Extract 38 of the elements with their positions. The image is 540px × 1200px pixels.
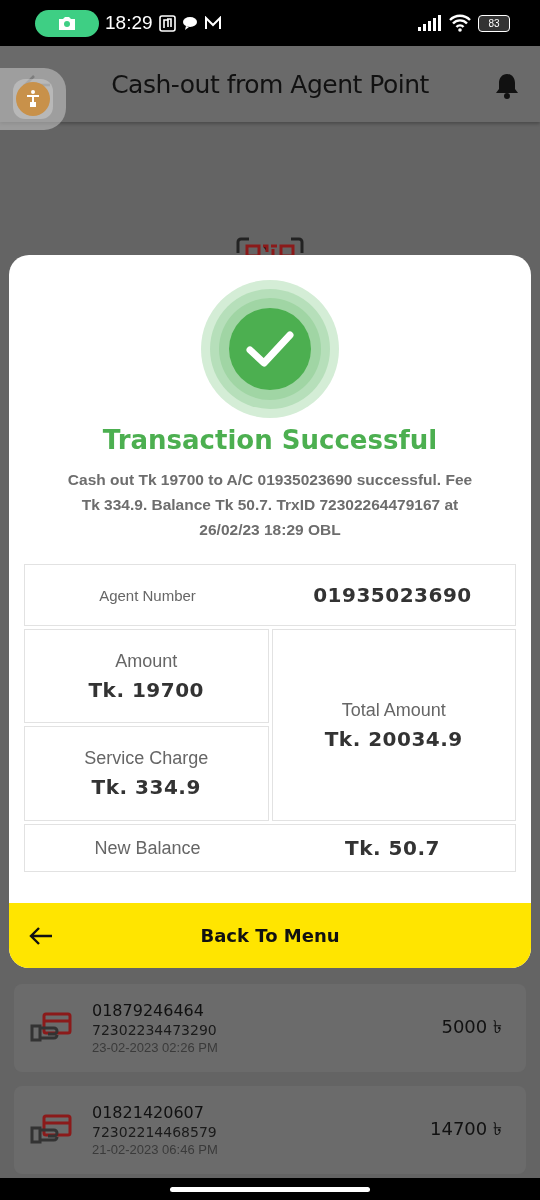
- transaction-id: 72302214468579: [92, 1124, 218, 1140]
- total-amount-label: Total Amount: [341, 699, 446, 721]
- back-arrow-icon: [29, 925, 53, 946]
- signal-icon: [418, 15, 442, 31]
- total-amount-value: Tk. 20034.9: [324, 726, 463, 751]
- cash-hand-icon: [30, 1011, 72, 1045]
- new-balance-value: Tk. 50.7: [345, 836, 440, 860]
- amount-label: Amount: [115, 650, 178, 672]
- wifi-icon: [448, 14, 472, 32]
- accessibility-icon: [15, 81, 51, 117]
- bell-icon[interactable]: [494, 72, 520, 100]
- screen-title: Cash-out from Agent Point: [111, 69, 429, 99]
- cash-hand-icon: [30, 1113, 72, 1147]
- transaction-number: 01879246464: [92, 1001, 205, 1020]
- agent-number-value: 01935023690: [313, 583, 472, 607]
- qr-scan-icon: [235, 237, 305, 255]
- transaction-amount: 14700 ৳: [430, 1116, 502, 1141]
- home-indicator[interactable]: [170, 1186, 370, 1192]
- agent-number-label: Agent Number: [99, 586, 196, 604]
- dialog-title: Transaction Successful: [102, 425, 438, 455]
- chat-bubble-icon: [181, 16, 198, 30]
- amount-value: Tk. 19700: [88, 677, 205, 702]
- battery-level: 83: [478, 14, 510, 32]
- transaction-number: 01821420607: [92, 1103, 205, 1122]
- transaction-id: 72302234473290: [92, 1022, 218, 1038]
- new-balance-label: New Balance: [94, 837, 201, 859]
- back-to-menu-button[interactable]: Back To Menu: [9, 903, 531, 968]
- service-charge-value: Tk. 334.9: [91, 775, 201, 799]
- accessibility-menu[interactable]: [0, 68, 66, 130]
- clock-time: 18:29: [105, 12, 153, 34]
- mail-icon: [203, 16, 222, 30]
- screen-recorder-pill[interactable]: [35, 9, 99, 37]
- confirmation-message: Cash out Tk 19700 to A/C 01935023690 successful. Fee Tk 334.9. Balance Tk 50.7. TrxID 72302264479167 at 26/02/23 18:29 OBL: [66, 470, 474, 540]
- success-check-icon: [200, 279, 340, 419]
- service-charge-label: Service Charge: [84, 748, 209, 769]
- nfc-icon: [158, 14, 176, 32]
- camera-icon: [58, 15, 76, 31]
- transaction-amount: 5000 ৳: [441, 1014, 502, 1039]
